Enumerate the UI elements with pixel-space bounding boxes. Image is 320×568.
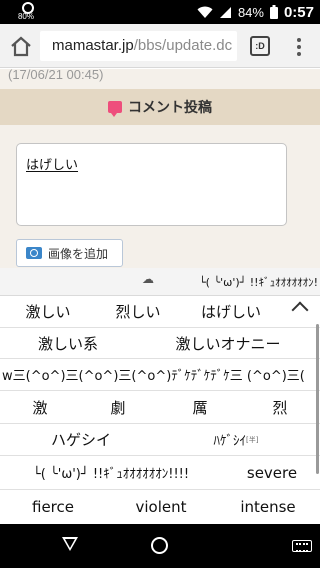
wifi-icon	[197, 6, 213, 18]
system-nav-bar	[0, 524, 320, 568]
candidate-item[interactable]: intense	[226, 490, 310, 524]
candidate-item[interactable]: 激しい系	[20, 328, 116, 358]
candidate-item[interactable]: └( ╰'ω')┘ !!ｷﾞｭｵｵｵｵｵｵﾝ!!!!	[4, 456, 218, 489]
candidate-row: └( ╰'ω')┘ !!ｷﾞｭｵｵｵｵｵｵﾝ!!!! severe	[0, 456, 320, 490]
candidate-item[interactable]: ハゲシイ	[36, 424, 126, 455]
half-width-mark: [半]	[246, 435, 259, 444]
candidate-row: w三(^o^)三(^o^)三(^o^)ﾃﾞｹﾃﾞｹﾃﾞｹ三 (^o^)三(	[0, 359, 320, 391]
address-bar[interactable]: mamastar.jp/bbs/update.dc	[40, 31, 237, 61]
candidate-scrollbar[interactable]	[316, 324, 319, 474]
candidate-item[interactable]: fierce	[16, 490, 90, 524]
comment-text: はげしい	[26, 158, 79, 173]
candidate-item[interactable]: 劇	[96, 391, 140, 423]
url-path: /bbs/update.dc	[133, 37, 233, 54]
battery-percent: 84%	[237, 4, 264, 20]
chevron-up-icon[interactable]	[291, 301, 309, 319]
add-image-button[interactable]: 画像を追加	[16, 239, 123, 267]
cloud-icon[interactable]: ☁	[142, 272, 154, 286]
comment-section-header: コメント投稿	[0, 89, 320, 125]
battery-icon	[269, 5, 278, 19]
post-date: (17/06/21 00:45)	[8, 67, 104, 82]
candidate-row: 激 劇 厲 烈	[0, 391, 320, 424]
home-circle-icon[interactable]	[151, 537, 168, 554]
clock: 0:57	[283, 3, 314, 21]
keyboard-icon[interactable]	[292, 540, 312, 552]
status-bar: 80% 84% 0:57	[0, 0, 320, 24]
candidate-row: ハゲシイ ﾊｹﾞｼｲ [半]	[0, 424, 320, 456]
candidate-row: fierce violent intense	[0, 490, 320, 524]
status-icons: 84% 0:57	[197, 0, 314, 24]
candidate-item[interactable]: w三(^o^)三(^o^)三(^o^)ﾃﾞｹﾃﾞｹﾃﾞｹ三 (^o^)三(	[0, 359, 316, 390]
candidate-item[interactable]: はげしい	[190, 296, 272, 327]
candidate-item[interactable]: violent	[118, 490, 204, 524]
cloud-candidate[interactable]: └( ╰'ω')┘ !!ｷﾞｭｵｵｵｵｵｵﾝ!	[199, 274, 318, 290]
back-icon[interactable]	[62, 537, 78, 551]
ime-candidate-panel: ☁ └( ╰'ω')┘ !!ｷﾞｭｵｵｵｵｵｵﾝ! 激しい 烈しい はげしい 激…	[0, 268, 320, 524]
page-content: (17/06/21 00:45) コメント投稿 はげしい 画像を追加	[0, 67, 320, 268]
candidate-item[interactable]: 烈	[258, 391, 302, 423]
browser-toolbar: mamastar.jp/bbs/update.dc :D	[0, 24, 320, 68]
section-title: コメント投稿	[128, 100, 212, 116]
candidate-item[interactable]: 激しい	[8, 296, 88, 327]
battery-circle-indicator: 80%	[4, 1, 48, 23]
candidate-row: 激しい 烈しい はげしい	[0, 296, 320, 328]
tab-switcher-icon[interactable]: :D	[250, 36, 270, 56]
candidate-item[interactable]: 激	[18, 391, 62, 423]
candidate-item[interactable]: 烈しい	[98, 296, 178, 327]
candidate-item[interactable]: 激しいオナニー	[160, 328, 296, 358]
url-host: mamastar.jp	[52, 37, 134, 54]
candidate-bar: ☁ └( ╰'ω')┘ !!ｷﾞｭｵｵｵｵｵｵﾝ!	[0, 268, 320, 296]
signal-icon	[219, 6, 231, 18]
home-icon[interactable]	[8, 34, 34, 58]
comment-icon	[108, 101, 122, 117]
add-image-label: 画像を追加	[48, 246, 109, 261]
candidate-item[interactable]: ﾊｹﾞｼｲ [半]	[196, 424, 276, 455]
candidate-item[interactable]: 厲	[178, 391, 222, 423]
overflow-menu-icon[interactable]	[292, 36, 306, 58]
candidate-text: ﾊｹﾞｼｲ	[213, 434, 247, 449]
camera-icon	[26, 247, 42, 259]
candidate-row: 激しい系 激しいオナニー	[0, 328, 320, 359]
candidate-item[interactable]: severe	[236, 456, 308, 489]
comment-textarea[interactable]: はげしい	[16, 143, 287, 226]
battery-circle-percent: 80%	[17, 12, 34, 21]
